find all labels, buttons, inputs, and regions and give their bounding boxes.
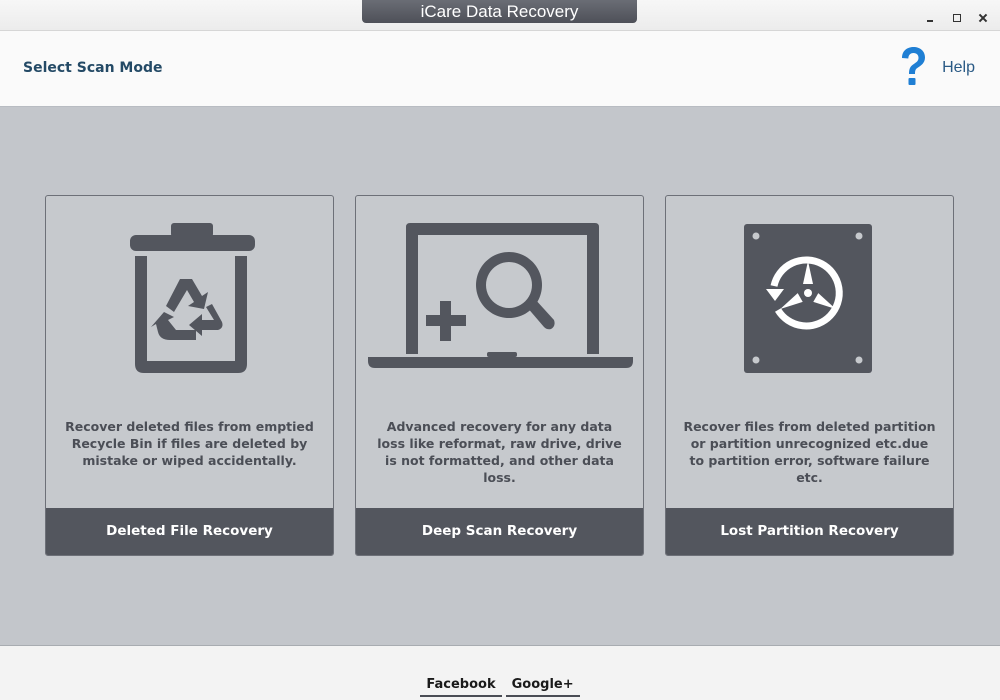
lost-partition-recovery-card[interactable]: Recover files from deleted partition or … xyxy=(665,195,954,556)
deep-scan-recovery-card[interactable]: Advanced recovery for any data loss like… xyxy=(355,195,644,556)
deep-scan-recovery-button[interactable]: Deep Scan Recovery xyxy=(356,508,643,555)
hard-drive-restore-icon xyxy=(666,196,953,396)
question-mark-icon[interactable] xyxy=(898,46,928,90)
title-bar[interactable]: iCare Data Recovery xyxy=(0,0,1000,31)
footer: Facebook Google+ xyxy=(0,646,1000,700)
window-controls xyxy=(924,10,990,24)
minimize-icon[interactable] xyxy=(924,10,938,24)
scan-mode-panel: Recover deleted files from emptied Recyc… xyxy=(0,107,1000,646)
card-description: Advanced recovery for any data loss like… xyxy=(377,419,622,485)
social-links: Facebook Google+ xyxy=(0,677,1000,697)
close-icon[interactable] xyxy=(976,10,990,24)
help-button[interactable]: Help xyxy=(898,46,975,90)
maximize-icon[interactable] xyxy=(950,10,964,24)
window-title: iCare Data Recovery xyxy=(362,0,637,23)
lost-partition-recovery-button[interactable]: Lost Partition Recovery xyxy=(666,508,953,555)
card-description: Recover deleted files from emptied Recyc… xyxy=(65,419,314,468)
header: Select Scan Mode Help xyxy=(0,31,1000,107)
page-title: Select Scan Mode xyxy=(23,60,163,76)
googleplus-link[interactable]: Google+ xyxy=(505,677,580,697)
help-label[interactable]: Help xyxy=(942,59,975,77)
laptop-search-icon xyxy=(356,196,643,396)
deleted-file-recovery-button[interactable]: Deleted File Recovery xyxy=(46,508,333,555)
card-description: Recover files from deleted partition or … xyxy=(683,419,936,485)
deleted-file-recovery-card[interactable]: Recover deleted files from emptied Recyc… xyxy=(45,195,334,556)
facebook-link[interactable]: Facebook xyxy=(420,677,502,697)
recycle-bin-icon xyxy=(46,196,333,396)
